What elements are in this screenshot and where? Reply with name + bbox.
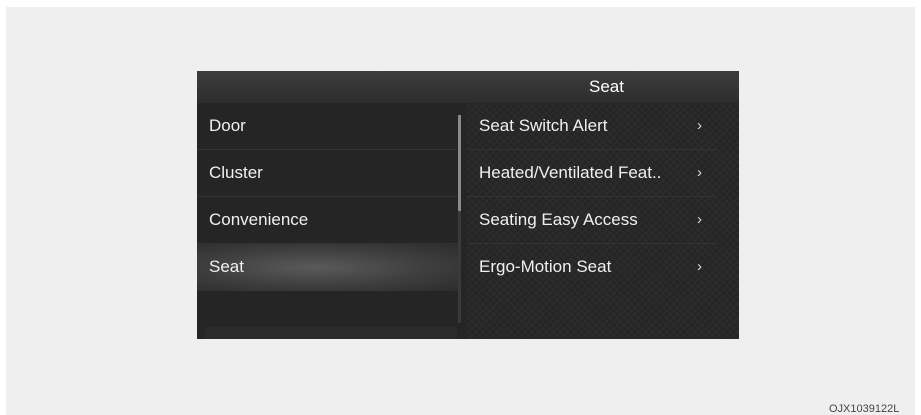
infotainment-screen: Seat Door Cluster Convenience Seat Seat … (197, 71, 739, 339)
chevron-right-icon: › (697, 117, 702, 134)
setting-item-ergo-motion-seat[interactable]: Ergo-Motion Seat › (467, 244, 717, 291)
setting-label: Ergo-Motion Seat (479, 257, 612, 276)
chevron-right-icon: › (697, 211, 702, 228)
scrollbar-thumb[interactable] (458, 115, 461, 211)
screen-header: Seat (197, 71, 739, 103)
setting-item-heated-ventilated[interactable]: Heated/Ventilated Feat.. › (467, 150, 717, 197)
setting-label: Heated/Ventilated Feat.. (479, 163, 662, 182)
setting-label: Seating Easy Access (479, 210, 638, 229)
category-label: Convenience (209, 210, 309, 229)
category-item-cluster[interactable]: Cluster (197, 150, 459, 197)
category-label: Cluster (209, 163, 263, 182)
setting-item-seating-easy-access[interactable]: Seating Easy Access › (467, 197, 717, 244)
category-item-convenience[interactable]: Convenience (197, 197, 459, 244)
figure-code-label: OJX1039122L (829, 403, 900, 415)
category-item-seat[interactable]: Seat (197, 244, 459, 291)
chevron-right-icon: › (697, 164, 702, 181)
category-label: Door (209, 116, 246, 135)
page-title: Seat (589, 77, 624, 96)
setting-label: Seat Switch Alert (479, 116, 608, 135)
setting-item-seat-switch-alert[interactable]: Seat Switch Alert › (467, 103, 717, 150)
category-item-door[interactable]: Door (197, 103, 459, 150)
category-empty-slot (205, 327, 457, 339)
seat-settings-list: Seat Switch Alert › Heated/Ventilated Fe… (467, 103, 739, 339)
chevron-right-icon: › (697, 258, 702, 275)
category-list: Door Cluster Convenience Seat (197, 103, 459, 339)
category-label: Seat (209, 257, 244, 276)
